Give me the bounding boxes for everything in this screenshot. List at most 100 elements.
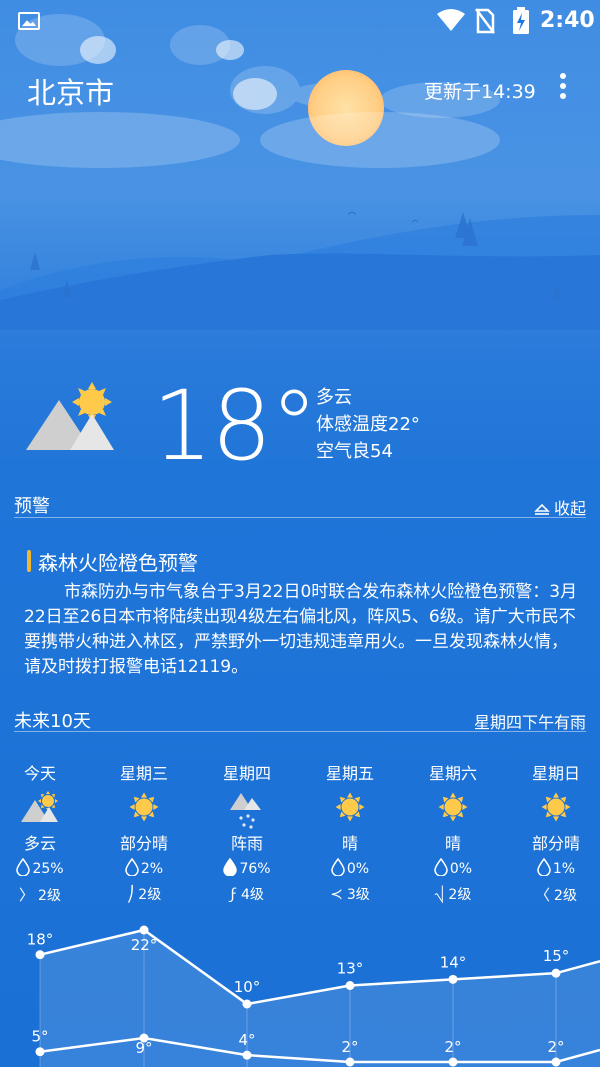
forecast-day[interactable]: 星期三 部分晴 2% ⎠ 2级 [92, 760, 196, 908]
current-condition: 多云 [316, 387, 352, 408]
precipitation: 0% [298, 857, 402, 884]
high-temp-label: 15° [543, 947, 570, 965]
low-temp-point [448, 1057, 458, 1067]
alert-title[interactable]: 森林火险橙色预警 [38, 547, 198, 576]
day-name: 星期五 [325, 764, 374, 783]
wind-direction-icon: ϝ [230, 885, 237, 903]
forecast-summary: 星期四下午有雨 [473, 713, 586, 732]
precipitation: 76% [195, 857, 299, 884]
day-name: 星期四 [222, 764, 271, 783]
raindrop-icon [537, 857, 553, 877]
sky-scene-illustration [0, 14, 600, 330]
precipitation-value: 25% [32, 861, 64, 877]
wind-level: 2级 [38, 888, 61, 904]
high-temp-point [35, 950, 45, 960]
day-condition: 晴 [341, 834, 358, 853]
day-name: 星期日 [531, 764, 580, 783]
current-temperature: 18° [152, 370, 318, 482]
low-temp-point [35, 1047, 45, 1057]
precipitation-value: 1% [552, 861, 576, 877]
precipitation-value: 2% [140, 861, 164, 877]
forecast-day[interactable]: 星期六 晴 0% ⎷ 2级 [401, 760, 505, 908]
wind-level: 2级 [138, 887, 162, 903]
high-temp-area [40, 930, 600, 1067]
wind-direction-icon: ⎷ [434, 885, 445, 903]
precipitation-value: 76% [239, 861, 271, 877]
high-temp-point [345, 981, 355, 990]
low-temp-label: 2° [444, 1038, 461, 1056]
no-sim-icon [475, 8, 495, 34]
collapse-button[interactable]: 收起 [534, 495, 586, 519]
partly-cloudy-icon [26, 382, 114, 450]
raindrop-icon [434, 857, 450, 877]
day-condition: 多云 [23, 834, 56, 853]
low-temp-point [242, 1050, 252, 1060]
day-name: 今天 [23, 764, 56, 783]
forecast-day[interactable]: 星期四 阵雨 76% ϝ 4级 [195, 760, 299, 908]
low-temp-label: 2° [341, 1038, 358, 1056]
low-temp-point [345, 1057, 355, 1067]
high-temp-label: 22° [131, 936, 158, 954]
raindrop-icon [125, 857, 141, 877]
day-condition: 晴 [444, 834, 461, 853]
alert-body: 市森防办与市气象台于3月22日0时联合发布森林火险橙色预警：3月22日至26日本… [24, 582, 578, 677]
wind-direction-icon: ⎠ [126, 885, 135, 903]
feels-like: 体感温度22° [316, 414, 420, 435]
precipitation-value: 0% [449, 861, 473, 877]
alerts-section-title: 预警 [14, 496, 50, 517]
wind-level: 4级 [240, 887, 264, 903]
day-condition: 部分晴 [531, 834, 580, 853]
divider [14, 731, 586, 732]
sunny-icon [401, 790, 505, 830]
more-vert-icon[interactable] [556, 73, 570, 103]
partly-cloudy-icon [0, 790, 92, 830]
divider [14, 517, 586, 518]
low-temp-label: 5° [31, 1028, 48, 1046]
collapse-icon [534, 503, 550, 515]
alert-accent-bar [27, 550, 31, 572]
wind-direction-icon: 〈 [535, 886, 551, 904]
wind-level: 3级 [346, 887, 370, 903]
high-temp-point [448, 974, 458, 984]
collapse-label: 收起 [553, 499, 586, 518]
sunny-icon [92, 790, 196, 830]
precipitation-value: 0% [346, 861, 370, 877]
sunny-icon [504, 790, 600, 830]
sunny-icon [298, 790, 402, 830]
current-details: 多云 体感温度22° 空气良54 [316, 384, 420, 465]
raindrop-icon [331, 857, 347, 877]
high-temp-label: 10° [234, 978, 261, 996]
day-condition: 部分晴 [119, 834, 168, 853]
raindrop-icon [16, 857, 32, 877]
high-temp-label: 14° [440, 953, 467, 971]
image-icon [18, 12, 40, 30]
shower-icon [195, 790, 299, 830]
day-name: 星期六 [428, 764, 477, 783]
wind-direction-icon: 〉 [19, 886, 35, 904]
forecast-section-title: 未来10天 [14, 711, 91, 732]
high-temp-point [551, 968, 561, 978]
wifi-icon [437, 9, 465, 31]
high-temp-label: 13° [337, 960, 364, 978]
precipitation: 1% [504, 857, 600, 884]
precipitation: 0% [401, 857, 505, 884]
clock: 2:40 [540, 8, 595, 33]
high-temp-label: 18° [27, 931, 54, 949]
battery-charging-icon [513, 7, 529, 34]
forecast-day[interactable]: 星期日 部分晴 1% 〈 2级 [504, 760, 600, 908]
city-name[interactable]: 北京市 [27, 70, 114, 112]
low-temp-label: 9° [135, 1039, 152, 1057]
low-temp-point [551, 1057, 561, 1067]
forecast-day[interactable]: 今天 多云 25% 〉 2级 [0, 760, 92, 908]
forecast-day[interactable]: 星期五 晴 0% ≺ 3级 [298, 760, 402, 908]
high-temp-point [139, 925, 149, 935]
air-quality[interactable]: 空气良54 [316, 438, 420, 465]
raindrop-icon [223, 857, 239, 877]
wind-direction-icon: ≺ [330, 885, 343, 903]
low-temp-label: 2° [547, 1038, 564, 1056]
high-temp-point [242, 999, 252, 1009]
day-condition: 阵雨 [230, 834, 263, 853]
precipitation: 2% [92, 857, 196, 884]
temperature-chart: 18° 5° 22° 9° 10° 4° 13° 2° 14° 2° 15° 2° [27, 925, 600, 1067]
update-time: 更新于14:39 [424, 81, 536, 103]
